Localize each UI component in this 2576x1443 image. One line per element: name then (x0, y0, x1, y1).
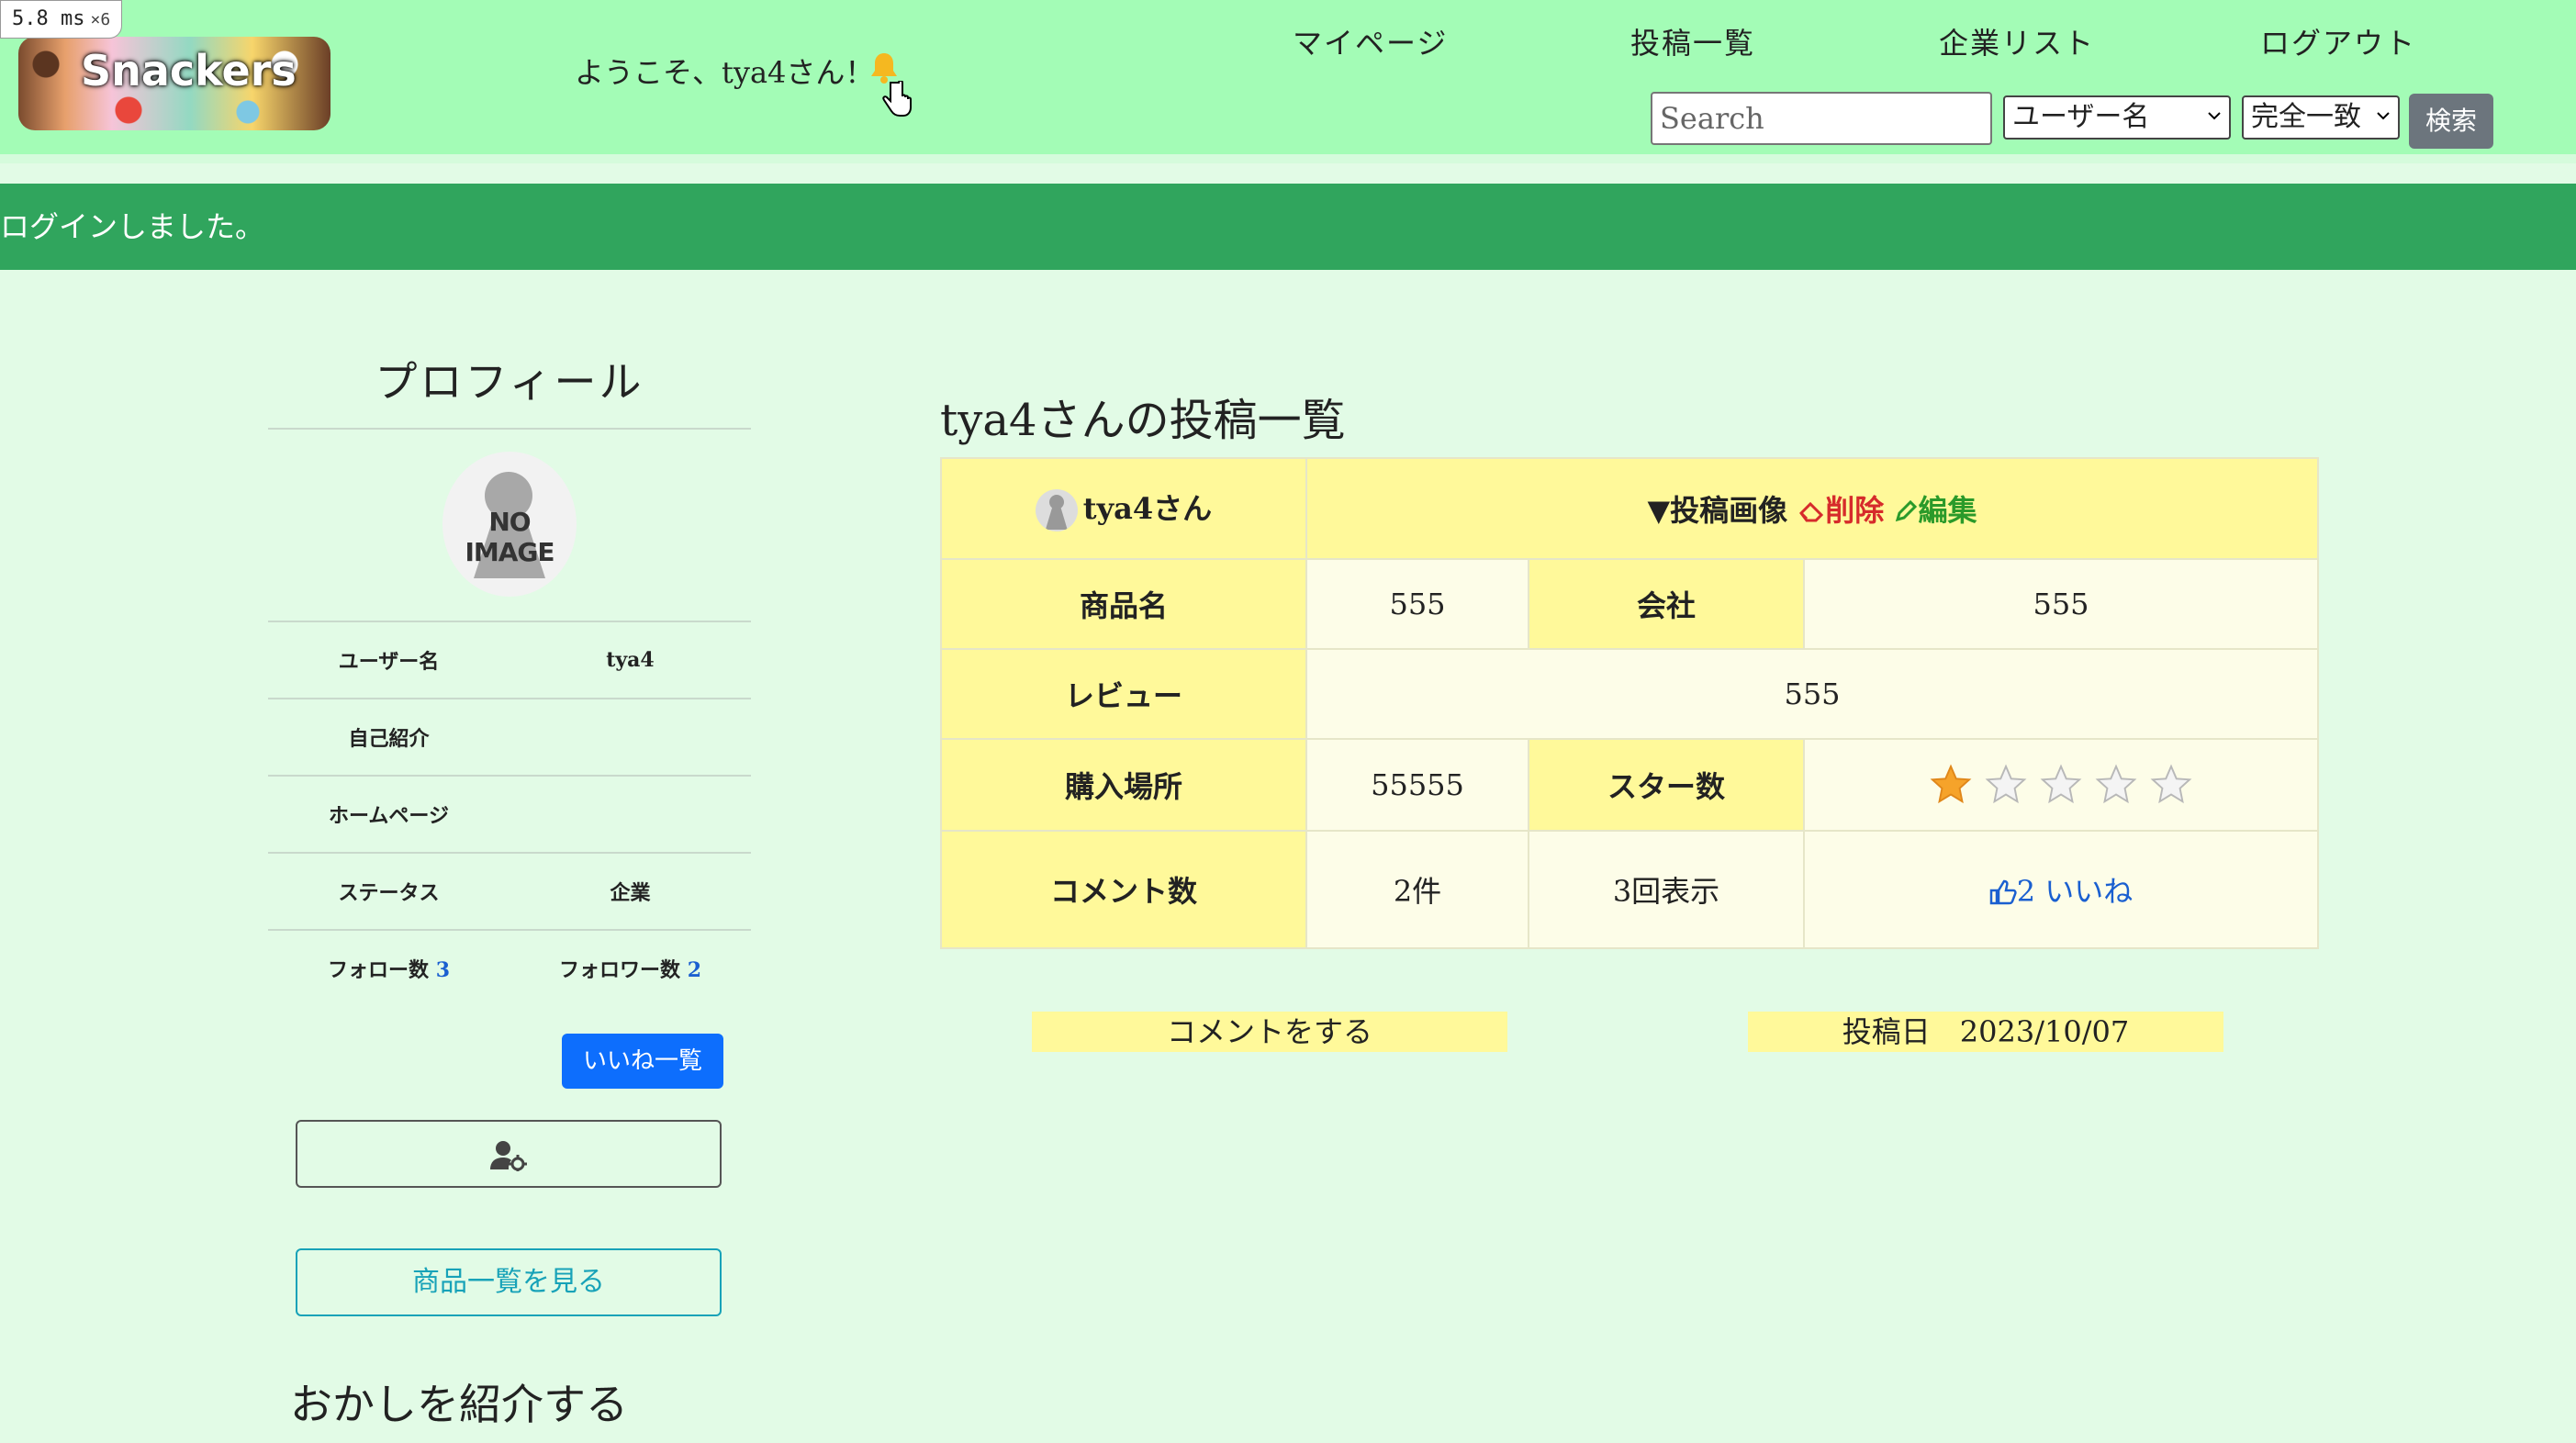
perf-multiplier: ×6 (90, 10, 111, 29)
likes-list-button[interactable]: いいね一覧 (562, 1034, 723, 1089)
comments-label: コメント数 (940, 830, 1307, 949)
product-value: 555 (1305, 558, 1529, 650)
star-rating (1803, 738, 2319, 832)
star-empty-icon (2040, 764, 2082, 804)
author-avatar (1035, 489, 1078, 532)
post-actions-cell: ▼投稿画像 削除 編集 (1305, 457, 2319, 560)
company-label: 会社 (1528, 558, 1805, 650)
welcome-message: ようこそ、tya4さん！ (575, 55, 875, 90)
post-row-product: 商品名 555 会社 555 (940, 558, 2319, 650)
post-header-row: tya4さん ▼投稿画像 削除 編集 (940, 457, 2319, 560)
site-header: Snackers ようこそ、tya4さん！ マイページ 投稿一覧 企業リスト ロ… (0, 0, 2576, 163)
avatar-row: NO IMAGE (268, 430, 751, 622)
username-value: tya4 (606, 648, 655, 672)
nav-logout[interactable]: ログアウト (2260, 20, 2416, 62)
post-row-review: レビュー 555 (940, 648, 2319, 740)
perf-timing: 5.8 ms (12, 7, 85, 30)
status-label: ステータス (338, 881, 440, 905)
post-row-comments: コメント数 2件 3回表示 2 いいね (940, 830, 2319, 949)
nav-posts[interactable]: 投稿一覧 (1630, 20, 1755, 62)
homepage-label: ホームページ (329, 804, 449, 828)
view-products-button[interactable]: 商品一覧を見る (296, 1248, 722, 1316)
profile-row-status: ステータス 企業 (268, 854, 751, 931)
delete-label: 削除 (1825, 493, 1885, 528)
bell-icon[interactable] (870, 51, 898, 84)
like-button[interactable]: 2 いいね (1989, 874, 2134, 909)
star-filled-icon (1930, 764, 1972, 804)
profile-row-username: ユーザー名 tya4 (268, 622, 751, 699)
star-empty-icon (2095, 764, 2137, 804)
match-type-value: 完全一致 (2251, 101, 2361, 133)
logo-text: Snackers (81, 46, 297, 95)
like-cell: 2 いいね (1803, 830, 2319, 949)
follow-count-link[interactable]: フォロー数 3 (268, 954, 510, 983)
profile-sidebar: プロフィール NO IMAGE ユーザー名 tya4 自己紹介 ホームページ ス… (268, 349, 751, 1006)
chevron-down-icon (2377, 112, 2390, 120)
review-value: 555 (1305, 648, 2319, 740)
profile-row-homepage: ホームページ (268, 777, 751, 854)
likes-count: 2 いいね (2016, 874, 2134, 909)
stars-container (1930, 764, 2192, 806)
search-button[interactable]: 検索 (2409, 94, 2493, 149)
bio-label: 自己紹介 (348, 727, 430, 751)
thumbs-up-icon (1989, 879, 2017, 905)
introduce-snack-heading: おかしを紹介する (290, 1380, 628, 1429)
pointer-cursor-icon (882, 81, 912, 117)
search-field-select[interactable]: ユーザー名 (2003, 95, 2231, 140)
edit-label: 編集 (1918, 493, 1977, 528)
place-label: 購入場所 (940, 738, 1307, 832)
delete-link[interactable]: 削除 (1798, 493, 1884, 528)
follow-label: フォロー数 (328, 958, 430, 982)
post-author[interactable]: tya4さん (940, 457, 1307, 560)
logo[interactable]: Snackers (18, 37, 330, 130)
avatar-placeholder-text: NO IMAGE (465, 507, 554, 567)
nav-companies[interactable]: 企業リスト (1939, 20, 2095, 62)
follower-count[interactable]: 2 (688, 958, 701, 982)
review-label: レビュー (940, 648, 1307, 740)
post-image-toggle[interactable]: ▼投稿画像 (1648, 493, 1788, 528)
follower-label: フォロワー数 (559, 958, 681, 982)
star-empty-icon (1985, 764, 2027, 804)
product-label: 商品名 (940, 558, 1307, 650)
follow-count[interactable]: 3 (436, 958, 450, 982)
chevron-down-icon (2208, 112, 2221, 120)
post-card: tya4さん ▼投稿画像 削除 編集 商品名 555 会社 555 レビュー 5… (940, 457, 2319, 949)
post-row-place: 購入場所 55555 スター数 (940, 738, 2319, 832)
username-label: ユーザー名 (338, 650, 440, 674)
profile-settings-button[interactable] (296, 1120, 722, 1188)
post-date: 投稿日 2023/10/07 (1748, 1012, 2223, 1052)
follower-count-link[interactable]: フォロワー数 2 (510, 954, 751, 983)
match-type-select[interactable]: 完全一致 (2242, 95, 2400, 140)
search-input[interactable] (1651, 92, 1992, 145)
status-value: 企業 (610, 881, 651, 905)
views-value: 3回表示 (1528, 830, 1805, 949)
eraser-icon (1799, 501, 1824, 522)
page-title: tya4さんの投稿一覧 (940, 395, 1346, 446)
avatar: NO IMAGE (442, 452, 577, 597)
stars-label: スター数 (1528, 738, 1805, 832)
add-comment-button[interactable]: コメントをする (1032, 1012, 1507, 1052)
pencil-icon (1896, 499, 1918, 522)
edit-link[interactable]: 編集 (1894, 493, 1977, 528)
search-field-value: ユーザー名 (2012, 101, 2150, 133)
company-value: 555 (1803, 558, 2319, 650)
profile-row-bio: 自己紹介 (268, 699, 751, 777)
perf-badge: 5.8 ms ×6 (0, 0, 123, 39)
nav-mypage[interactable]: マイページ (1293, 20, 1448, 62)
author-name: tya4さん (1082, 490, 1213, 526)
user-gear-icon (490, 1141, 527, 1171)
profile-title: プロフィール (268, 349, 751, 430)
comments-value: 2件 (1305, 830, 1529, 949)
flash-message: ログインしました。 (0, 184, 2576, 270)
star-empty-icon (2150, 764, 2192, 804)
place-value: 55555 (1305, 738, 1529, 832)
profile-row-follow: フォロー数 3 フォロワー数 2 (268, 931, 751, 1006)
